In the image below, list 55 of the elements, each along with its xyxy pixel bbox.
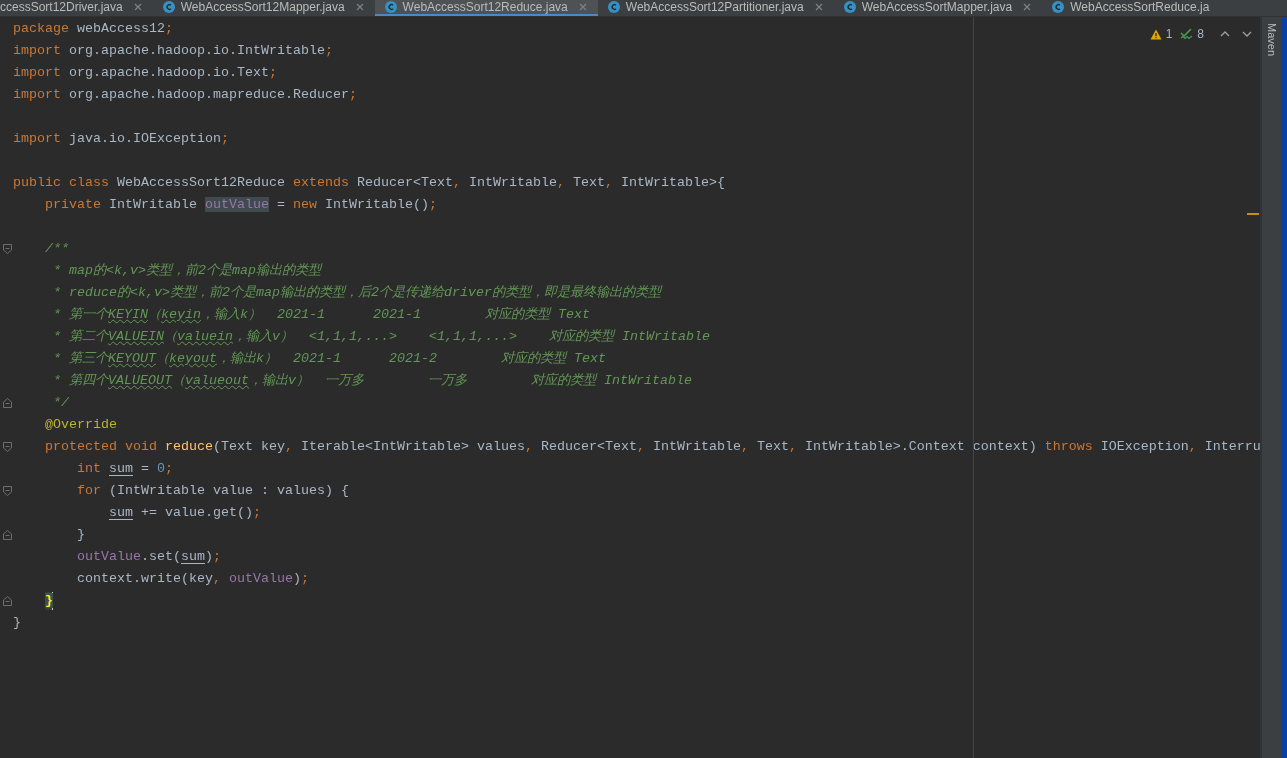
close-icon[interactable] — [578, 3, 587, 11]
double-check-icon[interactable] — [1180, 28, 1194, 40]
class-icon — [607, 1, 620, 13]
fold-icon[interactable] — [3, 530, 12, 540]
close-icon[interactable] — [814, 3, 823, 11]
editor-tab[interactable]: WebAccessSortMapper.java — [833, 0, 1043, 16]
code-line: public class WebAccessSort12Reduce extends Reducer<Text, IntWritable, Text, IntWritable>{ — [13, 174, 725, 192]
weak-warning-count: 8 — [1197, 27, 1204, 41]
warning-icon[interactable] — [1149, 28, 1162, 40]
close-icon[interactable] — [355, 3, 364, 11]
code-line: * reduce的<k,v>类型，前2个是map输出的类型，后2个是传递给driver的类型，即是最终输出的类型 — [53, 284, 661, 302]
code-line: } — [13, 614, 21, 632]
code-line: */ — [53, 394, 69, 412]
code-line: import org.apache.hadoop.mapreduce.Reducer; — [13, 86, 357, 104]
code-line: * 第三个KEYOUT（keyout，输出k） 2021-1 2021-2 对应的类型 Text — [53, 350, 606, 368]
code-line: * 第四个VALUEOUT（valueout，输出v） 一万多 一万多 对应的类型 IntWritable — [53, 372, 692, 390]
code-line: * 第一个KEYIN（keyin，输入k） 2021-1 2021-1 对应的类型 Text — [53, 306, 590, 324]
warning-count: 1 — [1165, 27, 1173, 41]
class-icon — [843, 1, 856, 13]
code-line: private IntWritable outValue = new IntWritable(); — [45, 196, 437, 214]
class-icon — [1052, 1, 1065, 13]
code-line: protected void reduce(Text key, Iterable<IntWritable> values, Reducer<Text, IntWritable, Text, IntWritable>.Context context) throws IOException, Interru — [45, 438, 1261, 456]
chevron-up-icon[interactable] — [1220, 31, 1230, 37]
class-icon — [384, 1, 397, 13]
code-line: } — [77, 526, 85, 544]
fold-icon[interactable] — [3, 596, 12, 606]
close-icon[interactable] — [133, 3, 142, 11]
code-line: outValue.set(sum); — [77, 548, 221, 566]
chevron-down-icon[interactable] — [1242, 31, 1252, 37]
code-line: @Override — [45, 416, 117, 434]
code-line: * 第二个VALUEIN（valuein，输入v） <1,1,1,...> <1,1,1,...> 对应的类型 IntWritable — [53, 328, 710, 346]
close-icon[interactable] — [1023, 3, 1032, 11]
fold-icon[interactable] — [3, 486, 12, 496]
code-line: import java.io.IOException; — [13, 130, 229, 148]
code-line: * map的<k,v>类型，前2个是map输出的类型 — [53, 262, 321, 280]
fold-icon[interactable] — [3, 442, 12, 452]
editor-tab[interactable]: WebAccessSortReduce.ja — [1042, 0, 1221, 16]
editor-tab[interactable]: WebAccessSort12Partitioner.java — [597, 0, 834, 16]
code-line: sum += value.get(); — [109, 504, 261, 522]
code-line: } — [45, 592, 53, 610]
fold-icon[interactable] — [3, 398, 12, 408]
code-line: context.write(key, outValue); — [77, 570, 309, 588]
fold-icon[interactable] — [3, 244, 12, 254]
warning-stripe-marker[interactable] — [1247, 213, 1259, 215]
editor-tab[interactable]: ccessSort12Driver.java — [0, 0, 153, 16]
code-line: import org.apache.hadoop.io.Text; — [13, 64, 277, 82]
code-line: for (IntWritable value : values) { — [77, 482, 349, 500]
editor-tab[interactable]: WebAccessSort12Reduce.java — [374, 0, 598, 16]
maven-tool-tab[interactable]: Maven — [1265, 23, 1278, 57]
code-line: int sum = 0; — [77, 460, 173, 478]
code-line: package webAccess12; — [13, 20, 173, 38]
code-line: /** — [45, 240, 69, 258]
editor-tab[interactable]: WebAccessSort12Mapper.java — [152, 0, 375, 16]
class-icon — [162, 1, 175, 13]
code-line: import org.apache.hadoop.io.IntWritable; — [13, 42, 333, 60]
